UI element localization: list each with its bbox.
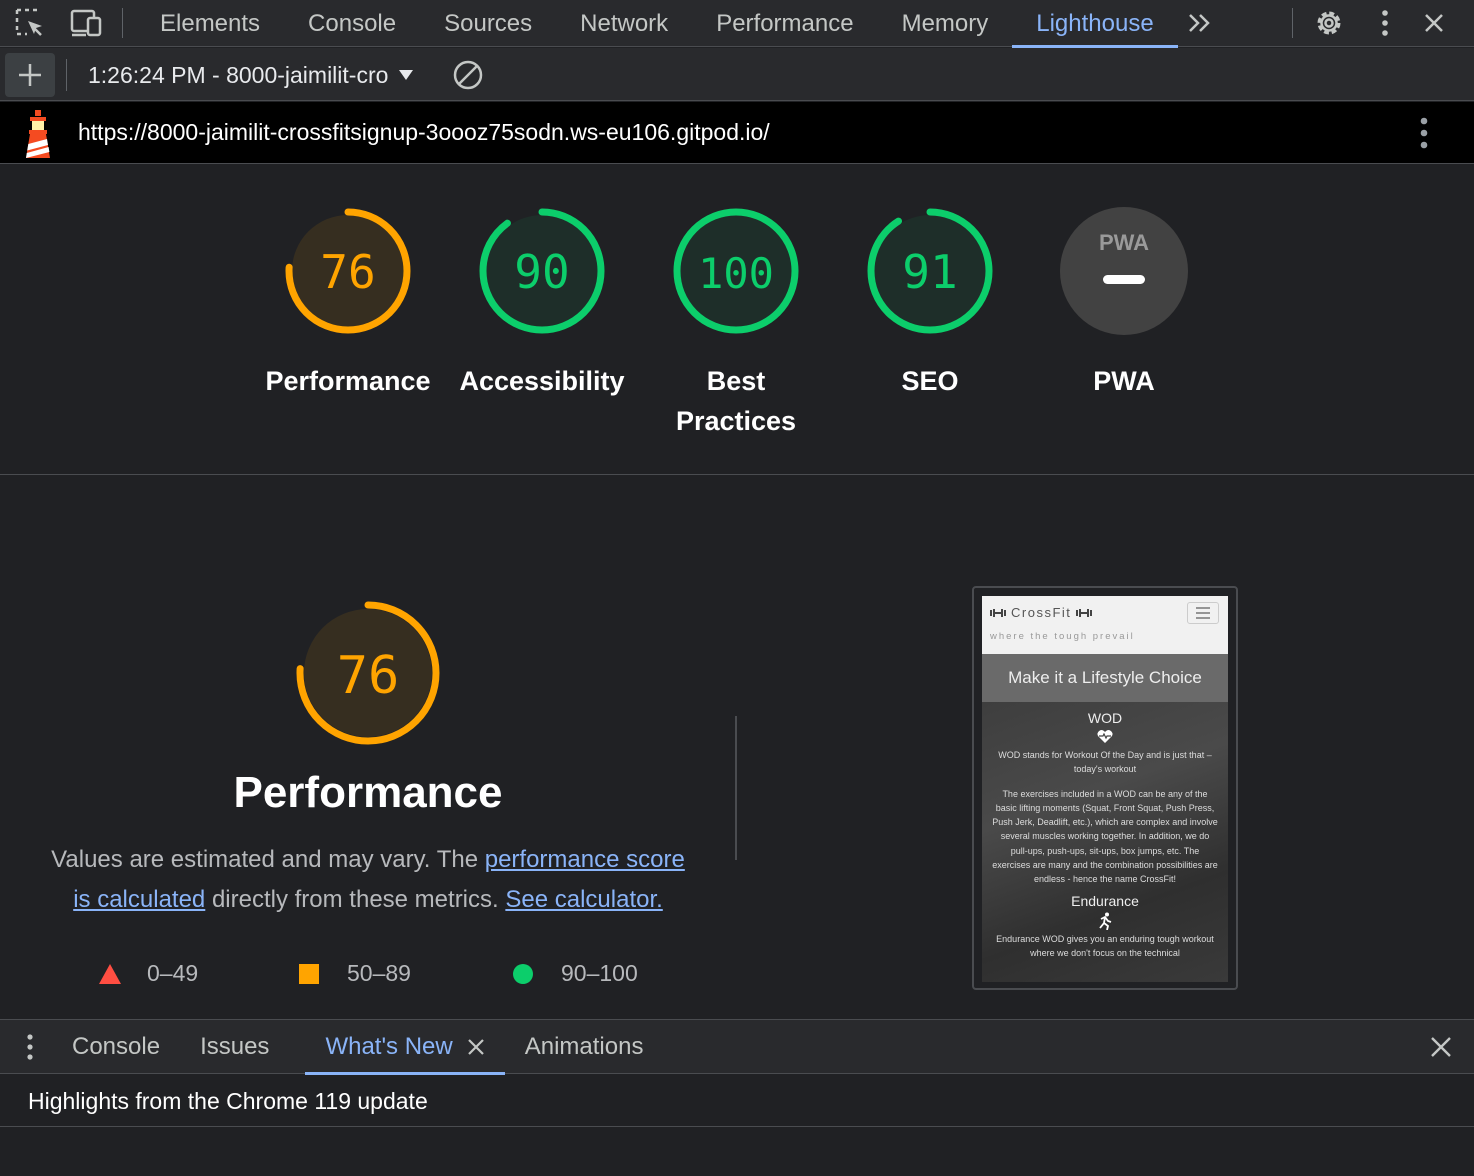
final-screenshot[interactable]: CrossFit where the tough prevail Make it…: [972, 586, 1238, 990]
whats-new-panel: Highlights from the Chrome 119 update: [0, 1075, 1474, 1127]
inspect-element-icon[interactable]: [12, 6, 48, 40]
section-divider: [735, 716, 737, 860]
close-icon[interactable]: [1416, 6, 1452, 40]
tab-memory[interactable]: Memory: [878, 0, 1013, 47]
drawer-tab-bar: Console Issues What's New Animations: [0, 1019, 1474, 1075]
pwa-na-dash-icon: [1103, 275, 1145, 284]
heartbeat-icon: [1097, 730, 1113, 743]
site-paragraph: Endurance WOD gives you an enduring toug…: [996, 933, 1214, 958]
gauge-label: PWA: [1093, 366, 1155, 396]
gauge-label-line2: Practices: [675, 406, 797, 436]
report-url-bar: https://8000-jaimilit-crossfitsignup-3oo…: [0, 102, 1474, 164]
site-section-title: Endurance: [1071, 892, 1139, 909]
tab-elements[interactable]: Elements: [136, 0, 284, 47]
gauge-pwa[interactable]: PWA PWA: [1024, 205, 1224, 401]
more-options-icon[interactable]: [1367, 6, 1403, 40]
drawer-tab-label: What's New: [325, 1033, 453, 1060]
close-drawer-icon[interactable]: [1424, 1031, 1458, 1063]
site-section-title: WOD: [1087, 710, 1123, 726]
toolbar-divider: [66, 59, 67, 91]
desc-text: Values are estimated and may vary. The: [51, 846, 485, 873]
gauge-accessibility[interactable]: 90 Accessibility: [442, 205, 642, 401]
toolbar-divider: [122, 8, 123, 38]
report-url[interactable]: https://8000-jaimilit-crossfitsignup-3oo…: [78, 119, 770, 146]
drawer-menu-icon[interactable]: [20, 1031, 40, 1063]
report-selector-label: 1:26:24 PM - 8000-jaimilit-cro: [88, 61, 389, 88]
drawer-tab-whats-new[interactable]: What's New: [305, 1020, 506, 1075]
drawer-tab-issues[interactable]: Issues: [180, 1020, 305, 1074]
clear-reports-button[interactable]: [450, 58, 486, 92]
site-brand: CrossFit: [990, 605, 1093, 620]
performance-title: Performance: [233, 768, 503, 817]
site-paragraph: The exercises included in a WOD can be a…: [992, 788, 1218, 885]
score-value: 90: [514, 245, 569, 299]
gauge-best-practices[interactable]: 100 Best Practices: [636, 205, 836, 441]
legend-fail: 0–49: [98, 960, 198, 987]
site-content: WOD WOD stands for Workout Of the Day an…: [982, 702, 1228, 982]
score-gauges: 76 Performance 90 Accessibility 100 Best…: [0, 165, 1474, 475]
gauge-seo[interactable]: 91 SEO: [830, 205, 1030, 401]
drawer-tab-console[interactable]: Console: [52, 1020, 180, 1074]
tab-performance[interactable]: Performance: [692, 0, 877, 47]
desc-text: directly from these metrics.: [205, 886, 506, 913]
legend-average: 50–89: [298, 960, 411, 987]
hamburger-menu-icon: [1187, 602, 1219, 624]
gauge-label: Performance: [265, 366, 431, 396]
legend-range: 50–89: [347, 960, 411, 986]
pwa-badge-text: PWA: [1099, 230, 1149, 255]
screenshot-image: CrossFit where the tough prevail Make it…: [982, 596, 1228, 982]
legend-pass: 90–100: [512, 960, 638, 987]
close-tab-icon[interactable]: [467, 1038, 485, 1056]
lighthouse-logo-icon: [18, 108, 58, 160]
triangle-icon: [99, 963, 121, 984]
site-paragraph: WOD stands for Workout Of the Day and is…: [998, 750, 1212, 775]
more-tabs-icon[interactable]: [1182, 6, 1218, 40]
clear-icon: [453, 60, 483, 90]
see-calculator-link[interactable]: See calculator.: [505, 886, 662, 913]
performance-big-gauge: 76: [293, 598, 443, 753]
legend-range: 90–100: [561, 960, 638, 986]
devtools-tab-bar: Elements Console Sources Network Perform…: [0, 0, 1474, 48]
panel-tabs: Elements Console Sources Network Perform…: [136, 0, 1179, 48]
drawer-tab-animations[interactable]: Animations: [505, 1020, 664, 1074]
lighthouse-toolbar: 1:26:24 PM - 8000-jaimilit-cro: [0, 48, 1474, 101]
score-value: 100: [698, 249, 774, 298]
site-brand-text: CrossFit: [1011, 605, 1072, 620]
drawer-tabs: Console Issues What's New Animations: [52, 1020, 664, 1075]
settings-icon[interactable]: [1311, 6, 1347, 40]
gauge-label: Best Practices: [636, 361, 836, 441]
site-hero-heading: Make it a Lifestyle Choice: [982, 654, 1228, 702]
legend-range: 0–49: [147, 960, 199, 986]
gauge-label-line1: Best: [706, 366, 766, 396]
site-tagline: where the tough prevail: [990, 631, 1135, 642]
score-value: 91: [902, 245, 957, 299]
tab-console[interactable]: Console: [284, 0, 420, 47]
new-report-button[interactable]: [5, 53, 55, 97]
performance-section: 76 Performance Values are estimated and …: [0, 476, 1474, 1019]
whats-new-headline[interactable]: Highlights from the Chrome 119 update: [28, 1088, 428, 1115]
tab-network[interactable]: Network: [556, 0, 692, 47]
tab-sources[interactable]: Sources: [420, 0, 556, 47]
plus-icon: [19, 64, 41, 86]
dumbbell-icon: [990, 608, 1006, 617]
report-menu-icon[interactable]: [1408, 112, 1440, 154]
site-navbar: CrossFit where the tough prevail: [982, 596, 1228, 654]
dropdown-arrow-icon: [399, 70, 414, 80]
square-icon: [299, 963, 319, 984]
gauge-label: SEO: [901, 366, 959, 396]
gauge-performance[interactable]: 76 Performance: [248, 205, 448, 401]
running-icon: [1099, 912, 1112, 930]
toolbar-divider: [1292, 8, 1293, 38]
circle-icon: [513, 963, 533, 984]
report-selector[interactable]: 1:26:24 PM - 8000-jaimilit-cro: [88, 60, 414, 90]
dumbbell-icon: [1076, 608, 1093, 617]
score-value: 76: [337, 646, 400, 706]
gauge-label: Accessibility: [459, 366, 625, 396]
score-value: 76: [320, 245, 375, 299]
device-toolbar-icon[interactable]: [68, 6, 104, 40]
performance-description: Values are estimated and may vary. The p…: [40, 840, 696, 920]
tab-lighthouse[interactable]: Lighthouse: [1012, 0, 1179, 48]
